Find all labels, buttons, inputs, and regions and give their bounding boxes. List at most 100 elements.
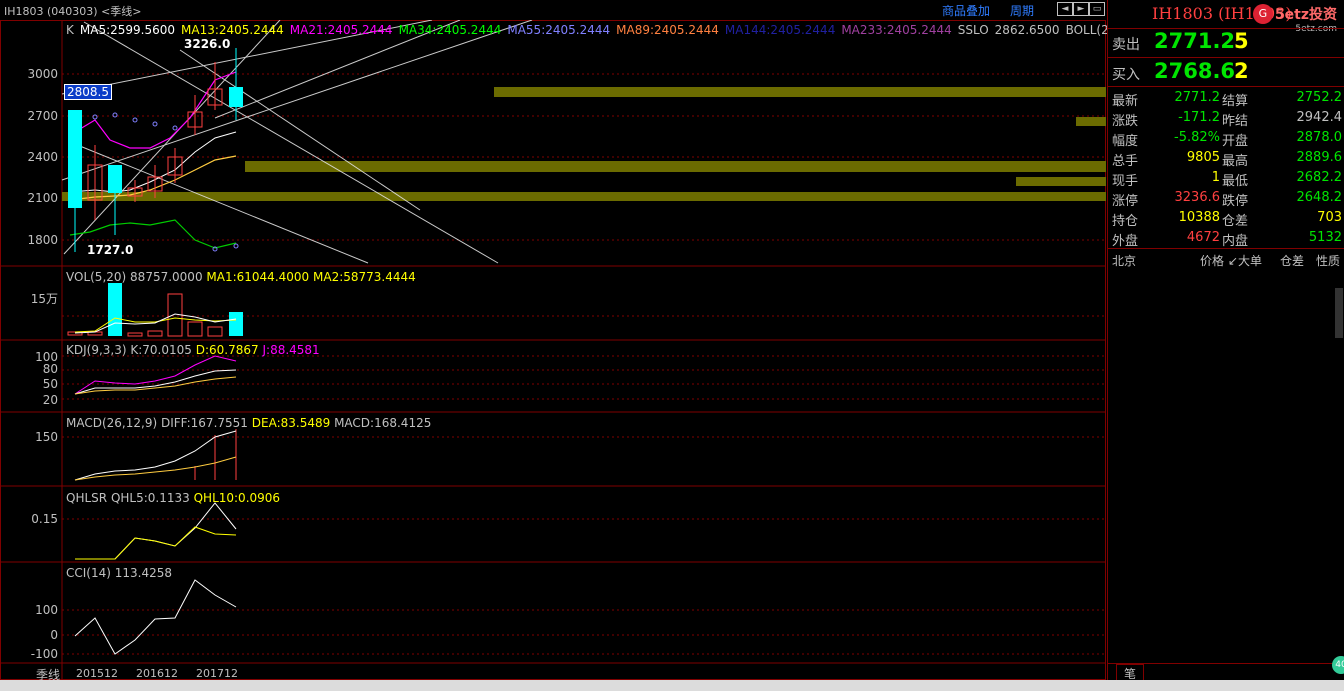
vol-ma1: MA1:61044.4000 bbox=[206, 270, 310, 284]
kdj-label: KDJ(9,3,3) bbox=[66, 343, 127, 357]
ma-indicator-item: MA233:2405.2444 bbox=[841, 23, 952, 37]
brand-logo: G 5etz投资 5etz.com bbox=[1252, 4, 1337, 34]
ma-indicator-item: MA89:2405.2444 bbox=[616, 23, 719, 37]
quote-value: 1 bbox=[1211, 170, 1220, 185]
trend-line[interactable] bbox=[61, 20, 533, 181]
vol-value: 88757.0000 bbox=[130, 270, 203, 284]
y-tick: 50 bbox=[42, 377, 58, 391]
quote-value: 5132 bbox=[1308, 230, 1342, 245]
volume-bar bbox=[229, 312, 243, 336]
trade-header-col: 北京 bbox=[1112, 254, 1137, 268]
sell-qty: 5 bbox=[1234, 29, 1249, 53]
qhlsr-label: QHLSR bbox=[66, 491, 108, 505]
quote-label: 持仓 bbox=[1112, 214, 1139, 229]
qhlsr-indicator-label: QHLSR QHL5:0.1133 QHL10:0.0906 bbox=[66, 491, 280, 505]
quote-label: 最低 bbox=[1222, 174, 1249, 189]
quote-value: 10388 bbox=[1178, 210, 1220, 225]
cci-indicator-label: CCI(14) 113.4258 bbox=[66, 566, 172, 580]
quote-value: 2878.0 bbox=[1296, 130, 1343, 145]
y-tick: 1800 bbox=[27, 233, 58, 247]
quote-label: 幅度 bbox=[1112, 134, 1139, 149]
macd-dea: DEA:83.5489 bbox=[251, 416, 331, 430]
nav-left-icon[interactable]: ◄ bbox=[1057, 2, 1073, 16]
y-tick: 2100 bbox=[27, 191, 58, 205]
chart-title-bar: IH1803 (040303) <季线> 商品叠加 周期 ◄ ► ▭ bbox=[0, 0, 1106, 21]
kdj-j: J:88.4581 bbox=[262, 343, 320, 357]
ma-indicator-item: K bbox=[66, 23, 74, 37]
qhlsr-line-yellow bbox=[75, 526, 237, 560]
quote-label: 开盘 bbox=[1222, 134, 1249, 149]
trend-line[interactable] bbox=[83, 21, 499, 264]
buy-qty: 2 bbox=[1234, 59, 1249, 83]
price-cursor-box: 2808.5 bbox=[64, 84, 112, 100]
overlay-commodity-link[interactable]: 商品叠加 bbox=[942, 2, 990, 19]
kdj-d: D:60.7867 bbox=[195, 343, 259, 357]
y-tick: 150 bbox=[35, 430, 58, 444]
kdj-k: K:70.0105 bbox=[130, 343, 192, 357]
quote-label: 最高 bbox=[1222, 154, 1249, 169]
ma-indicator-item: MA5:2599.5600 bbox=[79, 23, 176, 37]
quote-value: 2752.2 bbox=[1296, 90, 1343, 105]
y-tick: 15万 bbox=[30, 292, 58, 306]
qhlsr-qhl10: QHL10:0.0906 bbox=[193, 491, 281, 505]
trade-header-col: 仓差 bbox=[1280, 254, 1305, 268]
logo-icon: G bbox=[1252, 4, 1273, 24]
high-price-label: 3226.0 bbox=[184, 37, 231, 51]
quote-value: 2648.2 bbox=[1296, 190, 1343, 205]
quote-panel: IH1803 (IH1803) G 5etz投资 5etz.com 卖出 277… bbox=[1107, 0, 1344, 691]
nav-right-icon[interactable]: ► bbox=[1073, 2, 1089, 16]
resistance-band bbox=[494, 87, 1106, 97]
quote-label: 跌停 bbox=[1222, 194, 1249, 209]
ma-indicator-line: K MA5:2599.5600 MA13:2405.2444 MA21:2405.24… bbox=[66, 23, 1202, 37]
sell-label: 卖出 bbox=[1112, 37, 1140, 53]
volume-bar bbox=[187, 321, 203, 337]
volume-bar bbox=[207, 326, 223, 337]
ma-indicator-item: SSLO bbox=[957, 23, 989, 37]
quote-value: -5.82% bbox=[1174, 130, 1220, 145]
ma-indicator-item: 2862.6500 bbox=[994, 23, 1060, 37]
nav-toggle-icon[interactable]: ▭ bbox=[1089, 2, 1105, 16]
cci-value: 113.4258 bbox=[114, 566, 173, 580]
ma-indicator-item: MA55:2405.2444 bbox=[507, 23, 611, 37]
quote-label: 最新 bbox=[1112, 94, 1139, 109]
period-link[interactable]: 周期 bbox=[1010, 2, 1034, 19]
quote-value: 2682.2 bbox=[1296, 170, 1343, 185]
vol-ma2: MA2:58773.4444 bbox=[313, 270, 416, 284]
y-tick: 0 bbox=[50, 628, 58, 642]
quote-label: 涨跌 bbox=[1112, 114, 1139, 129]
macd-diff: DIFF:167.7551 bbox=[160, 416, 248, 430]
y-tick: 2700 bbox=[27, 109, 58, 123]
quote-value: 9805 bbox=[1186, 150, 1220, 165]
quote-label: 昨结 bbox=[1222, 114, 1249, 129]
trend-line[interactable] bbox=[63, 20, 281, 255]
qhlsr-qhl5: QHL5:0.1133 bbox=[110, 491, 190, 505]
x-date-label: 201612 bbox=[136, 667, 178, 680]
buy-label: 买入 bbox=[1112, 67, 1140, 83]
cci-label: CCI(14) bbox=[66, 566, 111, 580]
quote-label: 外盘 bbox=[1112, 234, 1139, 249]
quote-value: 4672 bbox=[1186, 230, 1220, 245]
y-tick: 3000 bbox=[27, 67, 58, 81]
trade-header-col: 价格 bbox=[1200, 254, 1225, 268]
trade-scrollbar[interactable] bbox=[1335, 288, 1343, 338]
macd-value: MACD:168.4125 bbox=[334, 416, 432, 430]
ma-indicator-item: MA34:2405.2444 bbox=[398, 23, 502, 37]
trade-list-header: 北京 价格 ↙大单 仓差 性质 bbox=[1108, 252, 1344, 270]
macd-diff-line bbox=[74, 430, 237, 481]
buy-price: 2768.6 bbox=[1154, 59, 1236, 83]
y-tick: 100 bbox=[35, 603, 58, 617]
trade-header-col: ↙大单 bbox=[1228, 254, 1263, 268]
candle-down bbox=[108, 165, 122, 193]
resistance-band bbox=[1076, 117, 1106, 126]
macd-dea-line bbox=[74, 456, 237, 481]
kdj-indicator-label: KDJ(9,3,3) K:70.0105 D:60.7867 J:88.4581 bbox=[66, 343, 320, 357]
ma-indicator-item: MA13:2405.2444 bbox=[181, 23, 284, 37]
support-band bbox=[62, 192, 1106, 201]
volume-bar bbox=[108, 283, 122, 336]
qhlsr-line-white bbox=[75, 502, 237, 560]
quote-label: 总手 bbox=[1112, 154, 1139, 169]
status-circle-icon[interactable]: 40 bbox=[1332, 656, 1344, 674]
quote-value: 703 bbox=[1317, 210, 1342, 225]
quote-label: 涨停 bbox=[1112, 194, 1139, 209]
contract-title: IH1803 (040303) <季线> bbox=[4, 5, 142, 18]
